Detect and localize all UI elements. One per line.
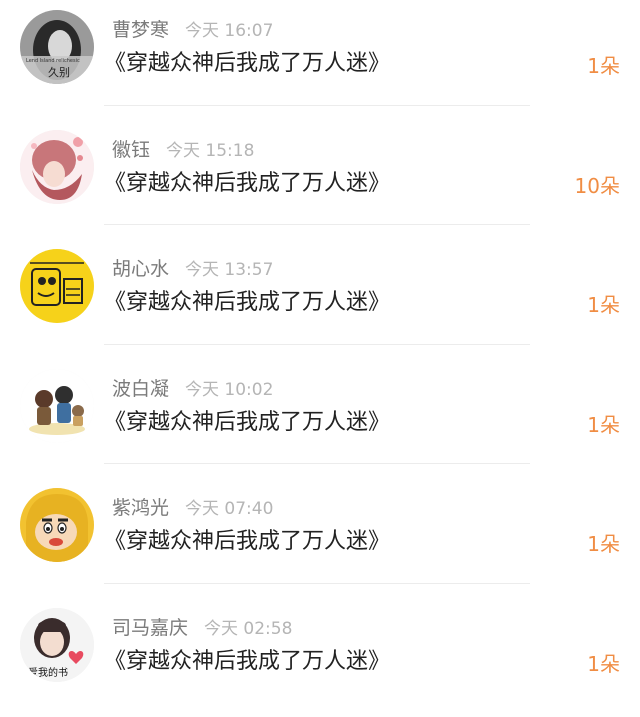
avatar-crayon-kid-icon <box>20 488 94 562</box>
divider <box>104 463 530 464</box>
avatar-caption: 爱我的书 <box>28 666 68 679</box>
sender-name[interactable]: 胡心水 <box>112 258 169 280</box>
avatar[interactable] <box>20 130 94 204</box>
timestamp: 今天 02:58 <box>204 619 292 639</box>
sender-name[interactable]: 曹梦寒 <box>112 19 169 41</box>
avatar-gray-portrait-icon: Lend Island relichesic 久别 <box>20 10 94 84</box>
book-title[interactable]: 《穿越众神后我成了万人迷》 <box>104 288 390 318</box>
avatar-chibi-group-icon <box>20 369 94 443</box>
list-item[interactable]: 徽钰今天 15:18 《穿越众神后我成了万人迷》 10朵 <box>0 120 640 240</box>
avatar[interactable]: 爱我的书 <box>20 608 94 682</box>
flower-count: 1朵 <box>587 411 620 439</box>
list-item[interactable]: 紫鸿光今天 07:40 《穿越众神后我成了万人迷》 1朵 <box>0 478 640 598</box>
divider <box>104 224 530 225</box>
book-title[interactable]: 《穿越众神后我成了万人迷》 <box>104 169 390 199</box>
book-title[interactable]: 《穿越众神后我成了万人迷》 <box>104 647 390 677</box>
sender-name[interactable]: 波白凝 <box>112 378 169 400</box>
avatar-girl-heart-icon: 爱我的书 <box>20 608 94 682</box>
timestamp: 今天 07:40 <box>185 499 273 519</box>
avatar-floral-girl-icon <box>20 130 94 204</box>
list-item[interactable]: 波白凝今天 10:02 《穿越众神后我成了万人迷》 1朵 <box>0 359 640 479</box>
timestamp: 今天 13:57 <box>185 260 273 280</box>
avatar-caption: Lend Island relichesic <box>26 58 80 64</box>
sender-name[interactable]: 徽钰 <box>112 139 150 161</box>
timestamp: 今天 16:07 <box>185 21 273 41</box>
flower-count: 10朵 <box>575 172 620 200</box>
gift-message-list: Lend Island relichesic 久别 曹梦寒今天 16:07 《穿… <box>0 0 640 717</box>
book-title[interactable]: 《穿越众神后我成了万人迷》 <box>104 49 390 79</box>
avatar-caption-2: 久别 <box>48 66 70 79</box>
sender-name[interactable]: 司马嘉庆 <box>112 617 188 639</box>
flower-count: 1朵 <box>587 52 620 80</box>
divider <box>104 344 530 345</box>
avatar[interactable] <box>20 249 94 323</box>
list-item[interactable]: 爱我的书 司马嘉庆今天 02:58 《穿越众神后我成了万人迷》 1朵 <box>0 598 640 717</box>
timestamp: 今天 10:02 <box>185 380 273 400</box>
avatar[interactable] <box>20 369 94 443</box>
flower-count: 1朵 <box>587 530 620 558</box>
avatar[interactable]: Lend Island relichesic 久别 <box>20 10 94 84</box>
flower-count: 1朵 <box>587 291 620 319</box>
divider <box>104 105 530 106</box>
sender-name[interactable]: 紫鸿光 <box>112 497 169 519</box>
list-item[interactable]: Lend Island relichesic 久别 曹梦寒今天 16:07 《穿… <box>0 0 640 120</box>
timestamp: 今天 15:18 <box>166 141 254 161</box>
divider <box>104 583 530 584</box>
list-item[interactable]: 胡心水今天 13:57 《穿越众神后我成了万人迷》 1朵 <box>0 239 640 359</box>
book-title[interactable]: 《穿越众神后我成了万人迷》 <box>104 408 390 438</box>
avatar[interactable] <box>20 488 94 562</box>
flower-count: 1朵 <box>587 650 620 678</box>
book-title[interactable]: 《穿越众神后我成了万人迷》 <box>104 527 390 557</box>
avatar-yellow-cartoon-icon <box>20 249 94 323</box>
